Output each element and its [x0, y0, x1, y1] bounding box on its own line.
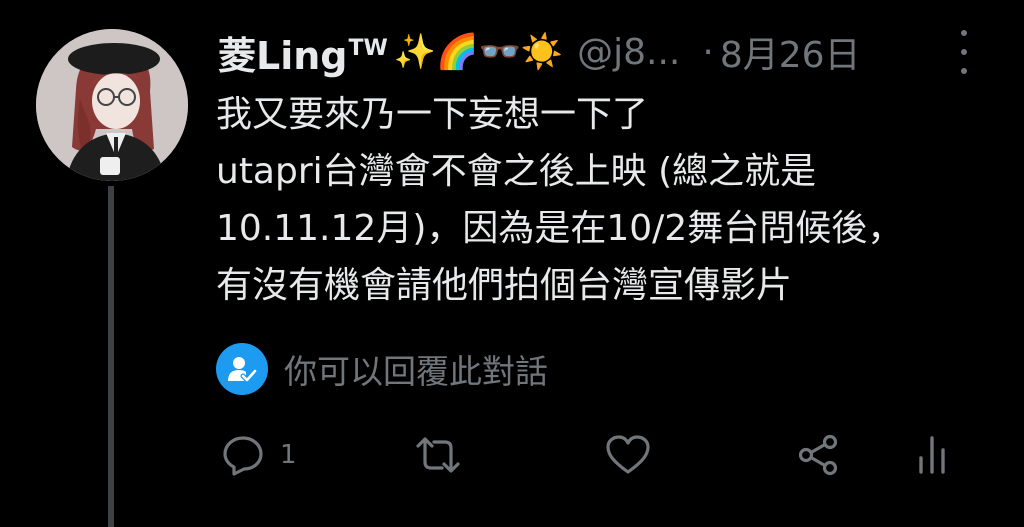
tweet-header: 菱LingTW ✨🌈👓☀️ @j8... · 8月26日: [218, 26, 861, 78]
name-emoji: ✨🌈👓☀️: [393, 32, 564, 72]
reply-icon: [220, 432, 266, 478]
share-button[interactable]: [796, 430, 844, 480]
tweet-card[interactable]: 菱LingTW ✨🌈👓☀️ @j8... · 8月26日 我又要來乃一下妄想一下…: [0, 0, 1024, 527]
action-bar: 1: [0, 430, 1024, 480]
like-icon: [604, 432, 652, 478]
tweet-text-line: 我又要來乃一下妄想一下了: [216, 94, 649, 135]
separator-dot: ·: [702, 31, 714, 73]
share-icon: [796, 432, 844, 478]
tweet-text-line: utapri台灣會不會之後上映 (總之就是: [216, 151, 817, 192]
avatar[interactable]: [36, 29, 188, 181]
name-superscript: TW: [348, 35, 388, 61]
retweet-icon: [412, 432, 464, 478]
tweet-text: 我又要來乃一下妄想一下了 utapri台灣會不會之後上映 (總之就是 10.11…: [216, 86, 996, 314]
views-button[interactable]: [912, 430, 952, 480]
like-button[interactable]: [604, 430, 652, 480]
tweet-text-line: 有沒有機會請他們拍個台灣宣傳影片: [216, 265, 793, 306]
timestamp[interactable]: 8月26日: [720, 26, 861, 78]
retweet-button[interactable]: [412, 430, 464, 480]
reply-button[interactable]: 1: [220, 430, 297, 480]
views-icon: [912, 432, 952, 478]
reply-count: 1: [280, 440, 297, 470]
display-name[interactable]: 菱LingTW: [218, 25, 388, 80]
tweet-text-line: 10.11.12月)，因為是在10/2舞台問候後，: [216, 208, 904, 249]
user-handle[interactable]: @j8...: [577, 32, 680, 73]
reply-restriction-notice: 你可以回覆此對話: [216, 343, 548, 395]
user-check-icon: [216, 343, 268, 395]
more-icon[interactable]: [952, 30, 976, 74]
reply-restriction-text: 你可以回覆此對話: [284, 352, 548, 391]
